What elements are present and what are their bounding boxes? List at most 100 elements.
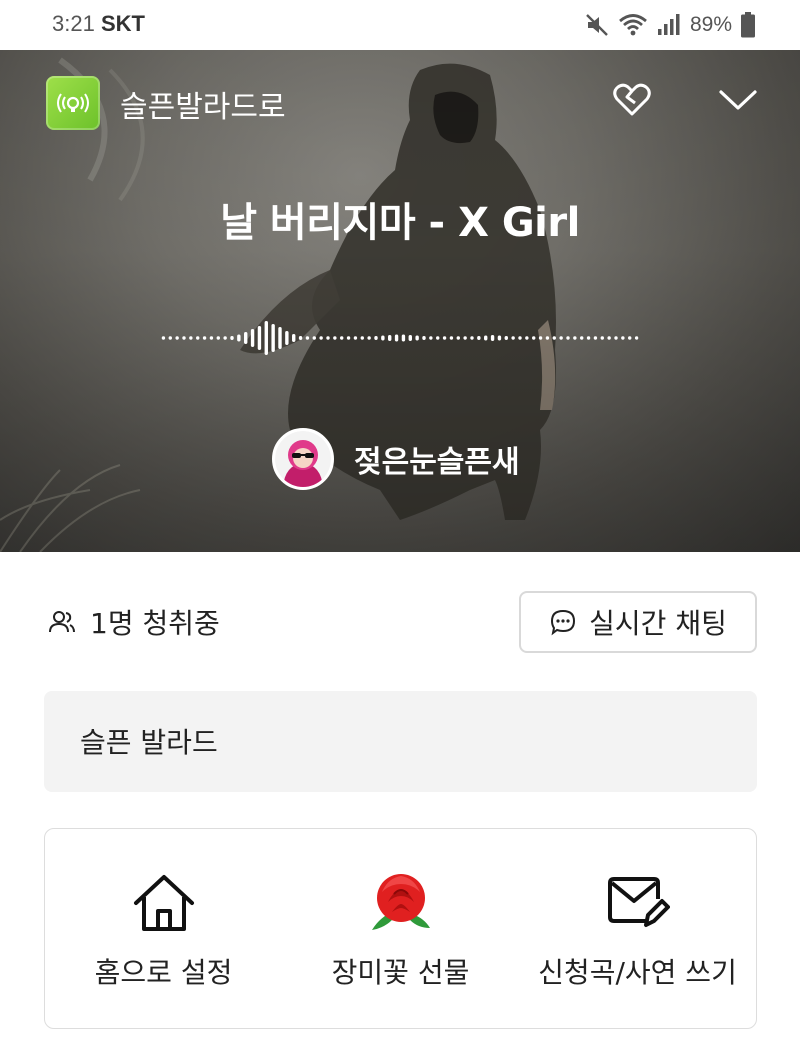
action-panel: 홈으로 설정 장미꽃 선물 신청곡/사연 쓰기	[44, 828, 757, 1029]
waveform-bar	[394, 334, 399, 342]
waveform-bar	[237, 334, 241, 342]
description-text: 슬픈 발라드	[80, 726, 218, 759]
waveform-bar	[593, 336, 598, 340]
waveform-bar	[196, 336, 200, 340]
waveform-bar	[573, 336, 577, 340]
waveform-bar	[566, 336, 570, 340]
waveform-bar	[388, 335, 392, 341]
waveform-bar	[545, 336, 550, 340]
now-playing-hero: 슬픈발라드로 날 버리지마 - X Girl 젖은눈슬픈새	[0, 50, 800, 552]
waveform-bar	[285, 331, 289, 345]
battery-percent: 89%	[689, 13, 732, 36]
waveform-bar	[175, 336, 179, 340]
waveform-bar	[326, 336, 330, 340]
dj-info[interactable]: 젖은눈슬픈새	[272, 428, 520, 490]
waveform-bar	[182, 336, 186, 340]
carrier: SKT	[100, 11, 145, 36]
waveform-bar	[230, 336, 234, 340]
waveform-bar	[381, 335, 385, 341]
home-icon	[130, 869, 198, 937]
waveform-bar	[264, 321, 268, 355]
rose-gift-label: 장미꽃 선물	[331, 956, 470, 989]
waveform-bar	[504, 336, 508, 340]
waveform-bar	[319, 336, 323, 340]
people-icon	[49, 611, 75, 633]
waveform-bar	[346, 336, 351, 340]
waveform-bar	[497, 335, 502, 341]
live-chat-label: 실시간 채팅	[589, 607, 727, 640]
broadcast-icon	[57, 93, 89, 113]
waveform-bar	[305, 336, 310, 340]
waveform-bar	[168, 336, 172, 340]
waveform-bar	[408, 335, 412, 341]
waveform-bar	[634, 336, 639, 340]
waveform-bar	[415, 335, 419, 341]
waveform-bar	[463, 336, 467, 340]
collapse-button[interactable]	[718, 80, 758, 120]
battery-icon	[741, 12, 755, 38]
waveform-bar	[559, 336, 563, 340]
waveform-bar	[189, 336, 193, 340]
song-title: 날 버리지마 - X Girl	[220, 200, 580, 246]
rose-gift-button[interactable]: 장미꽃 선물	[282, 829, 519, 1028]
waveform-bar	[538, 336, 543, 340]
clock: 3:21	[52, 11, 95, 36]
waveform-bar	[490, 335, 495, 341]
audio-waveform	[161, 321, 639, 355]
waveform-bar	[360, 336, 364, 340]
favorite-button[interactable]	[612, 80, 652, 120]
signal-icon	[657, 14, 680, 35]
waveform-bar	[271, 324, 275, 352]
waveform-bar	[257, 326, 262, 350]
channel-name[interactable]: 슬픈발라드로	[120, 82, 286, 126]
waveform-bar	[442, 336, 447, 340]
waveform-bar	[586, 336, 591, 340]
waveform-bar	[511, 336, 515, 340]
waveform-bar	[484, 335, 488, 341]
dj-avatar[interactable]	[272, 428, 334, 490]
waveform-bar	[333, 336, 337, 340]
waveform-bar	[621, 336, 625, 340]
waveform-bar	[429, 336, 433, 340]
rose-icon	[367, 869, 435, 937]
listener-count-text: 1명 청취중	[90, 607, 220, 640]
waveform-bar	[456, 336, 460, 340]
channel-logo[interactable]	[46, 76, 100, 130]
waveform-bar	[209, 336, 214, 340]
waveform-bar	[292, 334, 296, 342]
request-song-label: 신청곡/사연 쓰기	[538, 956, 737, 989]
set-home-button[interactable]: 홈으로 설정	[45, 829, 282, 1028]
waveform-bar	[298, 336, 303, 340]
waveform-bar	[374, 336, 378, 340]
status-icons: 89%	[584, 10, 756, 40]
waveform-bar	[353, 336, 358, 340]
waveform-bar	[518, 336, 522, 340]
waveform-bar	[340, 336, 344, 340]
waveform-bar	[436, 336, 440, 340]
waveform-bar	[244, 332, 248, 344]
channel-description: 슬픈 발라드	[44, 691, 757, 792]
dj-name[interactable]: 젖은눈슬픈새	[354, 437, 520, 481]
waveform-bar	[161, 336, 166, 340]
waveform-bar	[607, 336, 611, 340]
waveform-bar	[367, 336, 371, 340]
waveform-bar	[312, 336, 316, 340]
chat-bubble-icon	[551, 609, 576, 636]
waveform-bar	[250, 329, 255, 347]
waveform-bar	[470, 336, 474, 340]
chevron-down-icon	[719, 90, 757, 110]
status-bar: 3:21 SKT 89%	[0, 0, 800, 50]
waveform-bar	[278, 327, 282, 349]
waveform-bar	[477, 336, 481, 340]
heart-icon	[613, 83, 651, 116]
wifi-icon	[619, 14, 647, 36]
waveform-bar	[552, 336, 556, 340]
request-song-button[interactable]: 신청곡/사연 쓰기	[519, 829, 756, 1028]
waveform-bar	[422, 336, 426, 340]
waveform-bar	[525, 336, 529, 340]
live-chat-button[interactable]: 실시간 채팅	[519, 591, 757, 653]
waveform-bar	[614, 336, 618, 340]
waveform-bar	[223, 336, 227, 340]
waveform-bar	[600, 336, 604, 340]
waveform-bar	[216, 336, 220, 340]
